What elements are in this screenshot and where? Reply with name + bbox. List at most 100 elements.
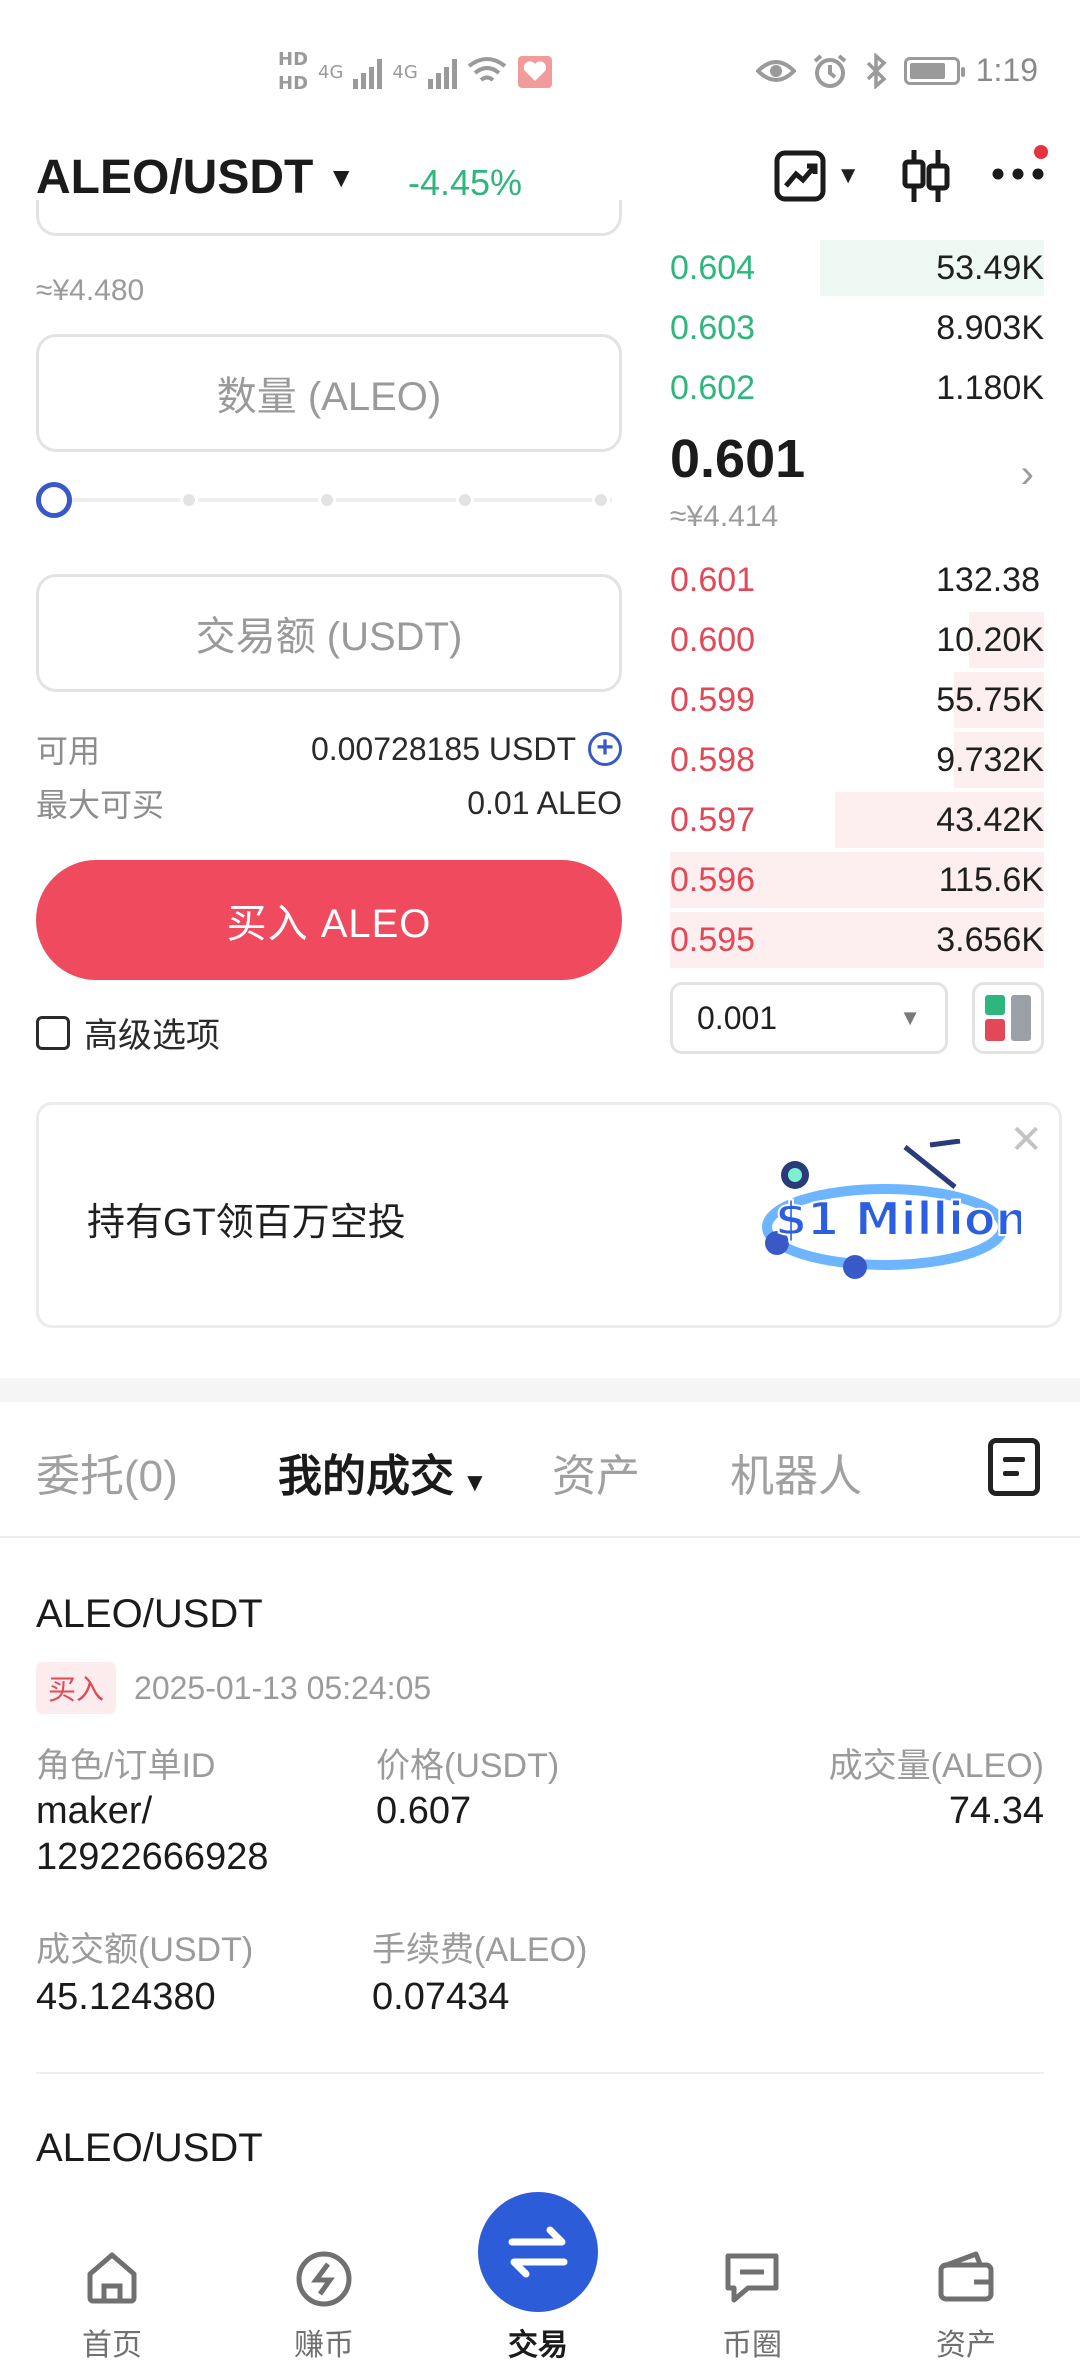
bid-qty: 43.42K: [936, 800, 1044, 839]
precision-value: 0.001: [697, 999, 778, 1036]
status-bar: HD HD 4G 4G 1:19: [0, 0, 1080, 150]
notification-dot: [1034, 144, 1048, 159]
bid-price: 0.599: [670, 680, 756, 719]
fee-label: 手续费(ALEO): [372, 1931, 588, 1969]
slider-tick-100[interactable]: [592, 491, 610, 509]
trade-pair: ALEO/USDT: [36, 1592, 263, 1636]
bid-qty: 9.732K: [936, 740, 1044, 779]
promo-banner[interactable]: 持有GT领百万空投 ✕ $1 Million: [36, 1102, 1062, 1328]
bluetooth-icon: [866, 52, 887, 89]
bid-row[interactable]: 0.596 115.6K: [670, 850, 1044, 910]
nav-home[interactable]: 首页: [42, 2210, 182, 2376]
battery-icon: [903, 56, 965, 85]
bid-qty: 132.38: [936, 560, 1040, 599]
nav-assets[interactable]: 资产: [896, 2210, 1036, 2376]
hd-label-1: HD: [278, 49, 309, 70]
bid-row[interactable]: 0.600 10.20K: [670, 610, 1044, 670]
tab-bots[interactable]: 机器人: [730, 1440, 862, 1504]
tab-assets[interactable]: 资产: [552, 1440, 640, 1504]
volume-label: 成交量(ALEO): [828, 1747, 1044, 1785]
layout-green-block: [985, 995, 1005, 1015]
advanced-options[interactable]: 高级选项: [36, 1008, 220, 1057]
advanced-label: 高级选项: [84, 1017, 220, 1055]
slider-tick-25[interactable]: [180, 491, 198, 509]
quantity-placeholder: 数量 (ALEO): [216, 375, 442, 419]
price-value: 0.607: [376, 1790, 472, 1832]
nav-assets-label: 资产: [936, 2329, 996, 2362]
last-price: 0.601: [670, 429, 806, 489]
max-buy-value: 0.01 ALEO: [467, 784, 622, 821]
bid-qty: 115.6K: [938, 860, 1044, 899]
bid-price: 0.596: [670, 860, 756, 899]
order-book: 0.604 53.49K 0.603 8.903K 0.602 1.180K 0…: [670, 238, 1044, 970]
clock: 1:19: [975, 52, 1038, 88]
max-buy-label: 最大可买: [36, 787, 165, 823]
caret-down-icon: ▼: [462, 1467, 488, 1497]
record-divider: [36, 2072, 1044, 2074]
bid-price: 0.597: [670, 800, 756, 839]
nav-earn-label: 赚币: [294, 2329, 354, 2362]
last-price-block[interactable]: 0.601 ≈¥4.414 ›: [670, 418, 1044, 550]
deposit-plus-icon[interactable]: +: [588, 732, 622, 766]
available-row: 可用 0.00728185 USDT +: [36, 726, 622, 772]
caret-down-icon: ▼: [327, 161, 356, 193]
network-label-1: 4G: [318, 61, 344, 83]
slider-knob[interactable]: [36, 482, 72, 518]
nav-earn[interactable]: 赚币: [254, 2210, 394, 2376]
nav-trade[interactable]: 交易: [468, 2192, 608, 2376]
price-cny-approx: ≈¥4.480: [36, 274, 145, 307]
amount-input[interactable]: 交易额 (USDT): [36, 574, 622, 692]
bid-price: 0.598: [670, 740, 756, 779]
amount-slider[interactable]: [36, 480, 622, 520]
ask-row[interactable]: 0.603 8.903K: [670, 298, 1044, 358]
caret-down-icon: ▼: [836, 162, 860, 189]
ask-price: 0.603: [670, 308, 756, 347]
max-buy-row: 最大可买 0.01 ALEO: [36, 780, 622, 826]
dropdown-triangle-icon: ▼: [899, 1005, 921, 1030]
price-input-remnant[interactable]: [36, 200, 622, 236]
trade-record[interactable]: ALEO/USDT 买入 2025-01-13 05:24:05 角色/订单ID…: [36, 1592, 1044, 2042]
book-layout-button[interactable]: [972, 982, 1044, 1054]
buy-button[interactable]: 买入 ALEO: [36, 860, 622, 980]
nav-square-label: 币圈: [722, 2329, 782, 2362]
records-tabs: 委托(0) 我的成交 ▼ 资产 机器人: [0, 1402, 1080, 1538]
bid-row[interactable]: 0.601 132.38: [670, 550, 1044, 610]
available-label: 可用: [36, 733, 101, 769]
price-change: -4.45%: [408, 162, 523, 203]
trade-time: 2025-01-13 05:24:05: [134, 1669, 432, 1706]
more-button[interactable]: [992, 144, 1048, 186]
advanced-checkbox[interactable]: [36, 1015, 70, 1050]
trade-meta: 买入 2025-01-13 05:24:05: [36, 1662, 431, 1714]
ask-row[interactable]: 0.604 53.49K: [670, 238, 1044, 298]
tab-orders[interactable]: 委托(0): [36, 1440, 178, 1504]
order-id-value: 12922666928: [36, 1836, 269, 1878]
header-actions: ▼: [774, 144, 1048, 204]
bid-price: 0.601: [670, 560, 756, 599]
signal-icon-2: [427, 55, 457, 89]
more-dots-icon: [992, 168, 1044, 179]
app-notification-icon: [517, 56, 552, 88]
bid-row[interactable]: 0.599 55.75K: [670, 670, 1044, 730]
tab-my-trades[interactable]: 我的成交 ▼: [278, 1440, 488, 1504]
earn-coin-icon: [296, 2251, 352, 2307]
trade-fab[interactable]: [478, 2192, 598, 2312]
quantity-input[interactable]: 数量 (ALEO): [36, 334, 622, 452]
candlestick-icon[interactable]: [900, 148, 952, 204]
slider-tick-75[interactable]: [456, 491, 474, 509]
turnover-label: 成交额(USDT): [36, 1931, 254, 1969]
bid-row[interactable]: 0.598 9.732K: [670, 730, 1044, 790]
document-icon[interactable]: [988, 1438, 1040, 1496]
fee-value: 0.07434: [372, 1976, 510, 2018]
ask-row[interactable]: 0.602 1.180K: [670, 358, 1044, 418]
hd-indicators: HD HD: [278, 48, 308, 96]
slider-tick-50[interactable]: [318, 491, 336, 509]
pair-title: ALEO/USDT: [36, 151, 314, 204]
pair-selector[interactable]: ALEO/USDT ▼: [36, 150, 355, 205]
nav-square[interactable]: 币圈: [682, 2210, 822, 2376]
chevron-right-icon: ›: [1020, 452, 1034, 496]
buy-button-label: 买入 ALEO: [226, 902, 432, 946]
bid-row[interactable]: 0.595 3.656K: [670, 910, 1044, 970]
bid-row[interactable]: 0.597 43.42K: [670, 790, 1044, 850]
precision-select[interactable]: 0.001 ▼: [670, 982, 948, 1054]
chart-button[interactable]: ▼: [774, 150, 860, 202]
